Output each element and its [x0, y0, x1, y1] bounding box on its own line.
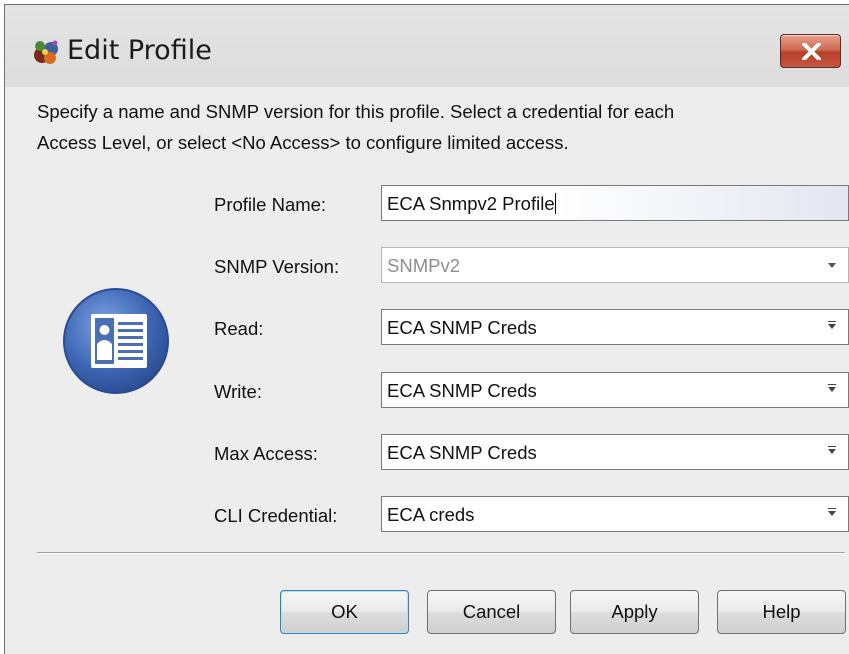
chevron-down-icon — [828, 263, 836, 268]
read-label: Read: — [214, 318, 264, 339]
title-bar[interactable]: Edit Profile — [5, 5, 849, 87]
write-value: ECA SNMP Creds — [387, 380, 537, 401]
dropdown-bar-icon — [828, 508, 836, 509]
write-label: Write: — [214, 381, 262, 402]
profile-name-label: Profile Name: — [214, 194, 327, 215]
help-button[interactable]: Help — [717, 590, 846, 634]
ok-button[interactable]: OK — [280, 590, 409, 634]
cli-credential-select[interactable]: ECA creds — [381, 496, 849, 532]
instructions-text: Specify a name and SNMP version for this… — [37, 96, 837, 158]
text-caret — [554, 193, 556, 214]
dropdown-bar-icon — [828, 321, 836, 322]
chevron-down-icon — [828, 324, 836, 329]
profile-name-value: ECA Snmpv2 Profile — [387, 193, 556, 214]
apply-button[interactable]: Apply — [570, 590, 699, 634]
max-access-value: ECA SNMP Creds — [387, 442, 537, 463]
chevron-down-icon — [828, 387, 836, 392]
write-select[interactable]: ECA SNMP Creds — [381, 372, 849, 408]
edit-profile-dialog: Edit Profile Specify a name and SNMP ver… — [4, 4, 849, 654]
separator — [37, 552, 845, 554]
app-icon — [31, 37, 61, 67]
instructions-line-1: Specify a name and SNMP version for this… — [37, 101, 675, 122]
screen: Edit Profile Specify a name and SNMP ver… — [0, 0, 849, 654]
instructions-line-2: Access Level, or select <No Access> to c… — [37, 132, 569, 153]
window-title: Edit Profile — [67, 35, 212, 66]
dropdown-bar-icon — [828, 384, 836, 385]
snmp-version-label: SNMP Version: — [214, 256, 340, 277]
max-access-label: Max Access: — [214, 443, 318, 464]
close-icon — [802, 43, 821, 60]
snmp-version-value: SNMPv2 — [387, 255, 460, 276]
cancel-button[interactable]: Cancel — [427, 590, 556, 634]
profile-card-icon — [61, 286, 171, 396]
chevron-down-icon — [828, 511, 836, 516]
cli-credential-label: CLI Credential: — [214, 505, 338, 526]
chevron-down-icon — [828, 449, 836, 454]
profile-name-input[interactable]: ECA Snmpv2 Profile — [381, 185, 849, 221]
read-value: ECA SNMP Creds — [387, 317, 537, 338]
cli-credential-value: ECA creds — [387, 504, 475, 525]
read-select[interactable]: ECA SNMP Creds — [381, 309, 849, 345]
max-access-select[interactable]: ECA SNMP Creds — [381, 434, 849, 470]
snmp-version-select: SNMPv2 — [381, 247, 849, 283]
dropdown-bar-icon — [828, 446, 836, 447]
close-button[interactable] — [780, 34, 841, 68]
